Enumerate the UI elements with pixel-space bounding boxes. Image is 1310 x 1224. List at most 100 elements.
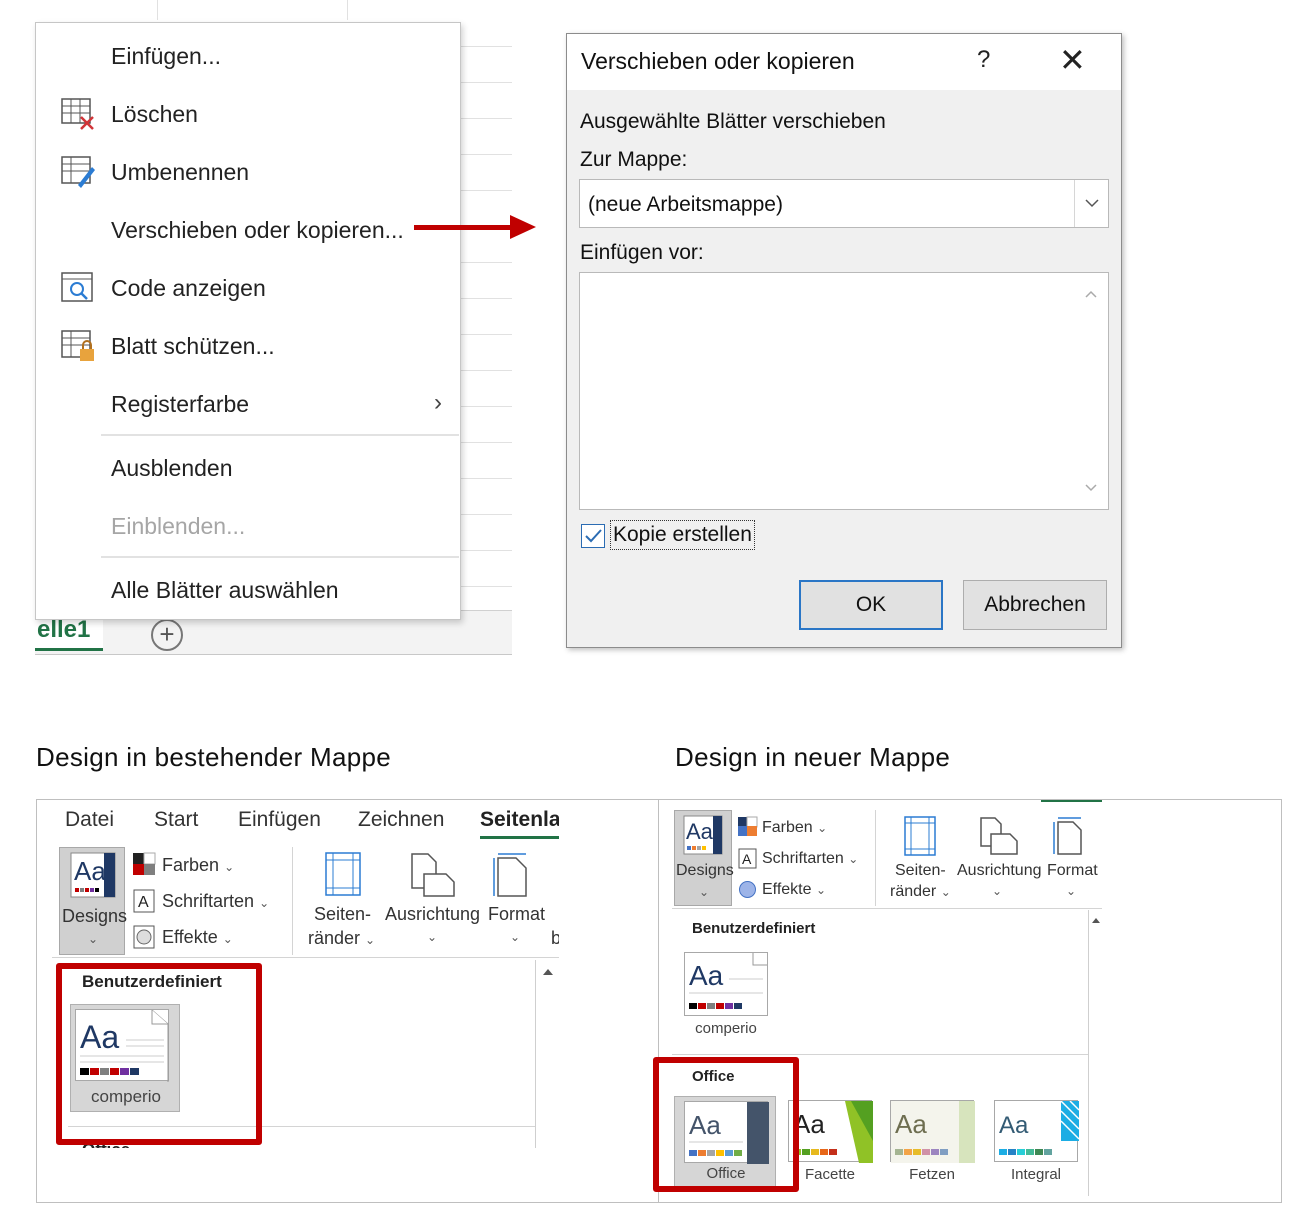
tab-zeichnen[interactable]: Zeichnen: [358, 808, 444, 832]
copy-checkbox[interactable]: [581, 524, 605, 548]
grid-line: [455, 154, 512, 155]
format-label[interactable]: Format: [1047, 862, 1098, 880]
highlight-box-left: [56, 963, 262, 1145]
menu-item-hide[interactable]: Ausblenden: [36, 439, 460, 497]
theme-fetzen[interactable]: Aa: [890, 1100, 975, 1163]
scroll-up-icon[interactable]: [1089, 910, 1102, 930]
grid-line: [455, 370, 512, 371]
designs-label: Designs: [676, 862, 734, 879]
help-button[interactable]: ?: [977, 46, 990, 74]
active-tab-underline: [1041, 800, 1102, 802]
effekte-label: Effekte: [162, 927, 218, 947]
heading-new-workbook: Design in neuer Mappe: [675, 742, 951, 772]
tab-datei[interactable]: Datei: [65, 808, 114, 832]
menu-item-label: Registerfarbe: [111, 391, 250, 417]
seitenraender-button[interactable]: ränder ⌄: [308, 928, 375, 949]
seitenraender-line2: ränder: [890, 883, 937, 900]
effekte-button[interactable]: Effekte ⌄: [762, 881, 826, 899]
schriftarten-button[interactable]: Schriftarten ⌄: [762, 850, 858, 868]
schriftarten-button[interactable]: Schriftarten ⌄: [162, 891, 269, 912]
dialog-title: Verschieben oder kopieren: [581, 48, 855, 74]
svg-text:A: A: [742, 851, 752, 867]
menu-item-rename[interactable]: Umbenennen: [36, 143, 460, 201]
menu-item-view-code[interactable]: Code anzeigen: [36, 259, 460, 317]
gallery-scrollbar[interactable]: [535, 960, 559, 1148]
theme-label: Facette: [804, 1166, 856, 1183]
dialog-titlebar: Verschieben oder kopieren ? ✕: [567, 34, 1121, 90]
menu-separator: [101, 434, 459, 436]
grid-line: [455, 118, 512, 119]
designs-icon: Aa: [683, 815, 723, 855]
grid-line: [455, 82, 512, 83]
annotation-arrow-head: [510, 215, 536, 239]
chevron-down-icon: ⌄: [815, 883, 827, 897]
chevron-down-icon: ⌄: [699, 885, 710, 899]
menu-item-label: Einblenden...: [111, 513, 246, 539]
colors-icon: [738, 816, 758, 836]
designs-button[interactable]: Aa Designs ⌄: [674, 810, 734, 906]
insert-before-label: Einfügen vor:: [580, 241, 704, 264]
ribbon-group-separator: [875, 810, 876, 906]
svg-text:Aa: Aa: [895, 1109, 927, 1139]
farben-button[interactable]: Farben ⌄: [762, 819, 827, 837]
gallery-scrollbar[interactable]: [1088, 910, 1102, 1196]
chevron-down-icon: ⌄: [88, 932, 99, 946]
ausrichtung-label[interactable]: Ausrichtung: [957, 862, 1042, 880]
close-icon[interactable]: ✕: [1059, 42, 1086, 78]
theme-integral[interactable]: Aa: [994, 1100, 1080, 1162]
tab-seitenlayout[interactable]: Seitenlay: [480, 808, 559, 832]
move-copy-dialog: Verschieben oder kopieren ? ✕ Ausgewählt…: [566, 33, 1122, 648]
theme-facette[interactable]: Aa: [788, 1100, 873, 1163]
tab-start[interactable]: Start: [154, 808, 198, 832]
theme-preview-graphic: Aa: [793, 1101, 873, 1163]
size-icon: [493, 853, 527, 897]
svg-text:Aa: Aa: [999, 1112, 1029, 1139]
heading-existing-workbook: Design in bestehender Mappe: [36, 742, 391, 772]
designs-icon: Aa: [70, 852, 116, 898]
chevron-down-icon[interactable]: [1074, 180, 1108, 227]
effects-icon: [133, 925, 155, 949]
format-label[interactable]: Format: [488, 904, 545, 925]
chevron-down-icon: ⌄: [224, 860, 235, 874]
farben-button[interactable]: Farben ⌄: [162, 855, 234, 876]
menu-item-tab-color[interactable]: Registerfarbe ›: [36, 375, 460, 433]
list-scrollbar[interactable]: [1074, 273, 1108, 509]
menu-separator: [101, 556, 459, 558]
menu-item-select-all-sheets[interactable]: Alle Blätter auswählen: [36, 561, 460, 619]
grid-line: [455, 514, 512, 515]
menu-item-protect[interactable]: Blatt schützen...: [36, 317, 460, 375]
grid-line: [157, 0, 158, 20]
theme-preview-graphic: Aa: [689, 953, 767, 1009]
view-code-icon: [60, 271, 96, 305]
chevron-down-icon: ⌄: [940, 885, 951, 899]
farben-label: Farben: [762, 819, 813, 836]
ausrichtung-label[interactable]: Ausrichtung: [385, 904, 480, 925]
size-icon: [1053, 817, 1082, 855]
to-book-select[interactable]: (neue Arbeitsmappe): [579, 179, 1109, 228]
ok-button[interactable]: OK: [799, 580, 943, 630]
insert-before-list[interactable]: [579, 272, 1109, 510]
grid-line: [455, 298, 512, 299]
scroll-up-icon[interactable]: [536, 960, 559, 984]
chevron-down-icon: ⌄: [222, 932, 233, 946]
menu-item-move-copy[interactable]: Verschieben oder kopieren...: [36, 201, 460, 259]
cancel-button[interactable]: Abbrechen: [963, 580, 1107, 630]
add-sheet-button[interactable]: +: [151, 619, 183, 651]
menu-item-label: Code anzeigen: [111, 275, 266, 301]
copy-checkbox-label[interactable]: Kopie erstellen: [610, 520, 755, 550]
seitenraender-button[interactable]: ränder ⌄: [890, 883, 951, 901]
menu-item-delete[interactable]: Löschen: [36, 85, 460, 143]
grid-line: [455, 190, 512, 191]
chevron-down-icon: ⌄: [259, 896, 270, 910]
designs-button[interactable]: Aa Designs ⌄: [59, 847, 127, 955]
svg-text:Aa: Aa: [686, 819, 714, 844]
chevron-down-icon: ⌄: [510, 930, 521, 944]
theme-comperio[interactable]: Aa: [684, 952, 768, 1016]
tab-einfuegen[interactable]: Einfügen: [238, 808, 321, 832]
seitenraender-line1: Seiten-: [895, 862, 946, 879]
menu-item-insert[interactable]: Einfügen...: [36, 27, 460, 85]
rename-sheet-icon: [60, 155, 96, 189]
effekte-button[interactable]: Effekte ⌄: [162, 927, 233, 948]
orientation-icon: [411, 853, 455, 897]
grid-line: [455, 550, 512, 551]
